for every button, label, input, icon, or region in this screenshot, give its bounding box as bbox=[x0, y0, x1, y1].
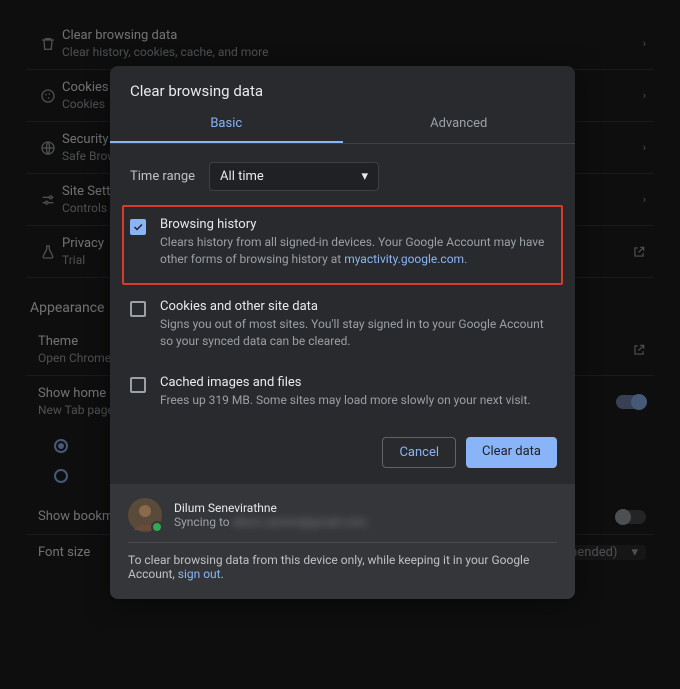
tab-basic[interactable]: Basic bbox=[110, 106, 343, 143]
radio-custom[interactable] bbox=[54, 469, 68, 483]
checkbox-browsing[interactable] bbox=[130, 219, 146, 235]
cancel-button[interactable]: Cancel bbox=[382, 437, 456, 468]
clear-data-button[interactable]: Clear data bbox=[466, 437, 557, 468]
user-name: Dilum Senevirathne bbox=[174, 501, 367, 515]
sync-badge-icon bbox=[151, 521, 163, 533]
option-browsing-history[interactable]: Browsing history Clears history from all… bbox=[122, 205, 563, 285]
tabs: Basic Advanced bbox=[110, 106, 575, 144]
open-external-icon[interactable] bbox=[632, 343, 646, 357]
dialog-footer: Dilum Senevirathne Syncing to dilum.sene… bbox=[110, 484, 575, 599]
chevron-right-icon: › bbox=[643, 89, 646, 102]
row-sub: Clear history, cookies, cache, and more bbox=[62, 45, 643, 59]
clear-browsing-data-dialog: Clear browsing data Basic Advanced Time … bbox=[110, 66, 575, 599]
chevron-right-icon: › bbox=[643, 37, 646, 50]
flask-icon bbox=[34, 244, 62, 260]
chevron-right-icon: › bbox=[643, 141, 646, 154]
option-cookies[interactable]: Cookies and other site data Signs you ou… bbox=[128, 289, 557, 365]
option-title: Cookies and other site data bbox=[160, 299, 555, 314]
user-email: dilum.senevi@gmail.com bbox=[233, 515, 367, 529]
timerange-select[interactable]: All time ▾ bbox=[209, 162, 379, 191]
radio-newtab[interactable] bbox=[54, 439, 68, 453]
option-desc: Frees up 319 MB. Some sites may load mor… bbox=[160, 392, 531, 409]
row-title: Clear browsing data bbox=[62, 28, 643, 43]
bookmarks-toggle[interactable] bbox=[616, 510, 646, 524]
cookie-icon bbox=[34, 88, 62, 104]
timerange-label: Time range bbox=[130, 169, 195, 184]
sign-out-link[interactable]: sign out bbox=[178, 567, 221, 581]
timerange-value: All time bbox=[220, 169, 264, 184]
tab-advanced[interactable]: Advanced bbox=[343, 106, 576, 143]
row-clear-browsing-data[interactable]: Clear browsing data Clear history, cookie… bbox=[26, 18, 654, 70]
option-title: Browsing history bbox=[160, 217, 555, 232]
trash-icon bbox=[34, 36, 62, 52]
option-cache[interactable]: Cached images and files Frees up 319 MB.… bbox=[128, 365, 557, 423]
option-title: Cached images and files bbox=[160, 375, 531, 390]
globe-icon bbox=[34, 140, 62, 156]
chevron-right-icon: › bbox=[643, 193, 646, 206]
sliders-icon bbox=[34, 192, 62, 208]
chevron-down-icon: ▾ bbox=[631, 545, 638, 560]
checkbox-cache[interactable] bbox=[130, 377, 146, 393]
option-desc: Signs you out of most sites. You'll stay… bbox=[160, 316, 555, 351]
option-desc: Clears history from all signed-in device… bbox=[160, 234, 555, 269]
dialog-title: Clear browsing data bbox=[110, 66, 575, 106]
open-external-icon[interactable] bbox=[632, 245, 646, 259]
footer-note: To clear browsing data from this device … bbox=[128, 553, 557, 581]
avatar bbox=[128, 498, 162, 532]
checkbox-cookies[interactable] bbox=[130, 301, 146, 317]
chevron-down-icon: ▾ bbox=[362, 169, 369, 184]
user-sync: Syncing to dilum.senevi@gmail.com bbox=[174, 515, 367, 529]
myactivity-link[interactable]: myactivity.google.com bbox=[344, 252, 464, 266]
home-button-toggle[interactable] bbox=[616, 395, 646, 409]
